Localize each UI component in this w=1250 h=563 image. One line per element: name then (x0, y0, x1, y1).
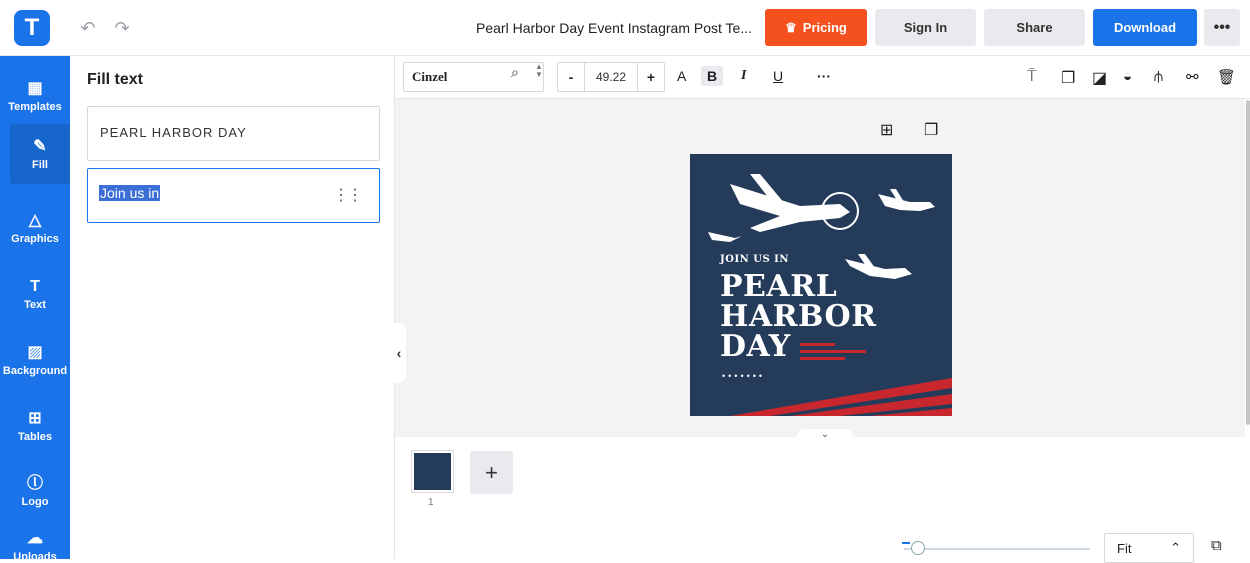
duplicate-icon[interactable]: ❐ (1061, 68, 1075, 88)
chevron-left-icon: ‹ (396, 345, 402, 361)
sidebar-item-background[interactable]: ▨ Background (0, 330, 70, 390)
add-page-icon[interactable]: ⊞ (880, 120, 893, 140)
field-value-selected: Join us in (99, 185, 161, 201)
shapes-icon: △ (28, 211, 42, 229)
font-name: Cinzel (412, 69, 448, 84)
sidebar-item-fill[interactable]: ✎ Fill (10, 124, 70, 184)
poster-join-text[interactable]: JOIN US IN (720, 254, 789, 265)
text-field-title[interactable]: PEARL HARBOR DAY (87, 106, 380, 161)
page-number: 1 (428, 497, 434, 508)
trash-icon[interactable]: 🗑 (1217, 68, 1236, 86)
pencil-icon: ✎ (33, 137, 47, 155)
sidebar-item-label: Uploads (13, 551, 57, 559)
font-size-input[interactable]: 49.22 (584, 63, 638, 91)
sidebar-item-graphics[interactable]: △ Graphics (0, 198, 70, 258)
copy-page-icon[interactable]: ❐ (924, 120, 938, 140)
sidebar-item-label: Fill (32, 158, 48, 171)
sidebar-item-label: Templates (8, 100, 62, 113)
poster-title-line: HARBOR (720, 299, 877, 334)
add-page-button[interactable]: + (470, 451, 513, 494)
align-icon[interactable]: ⫛ (1154, 68, 1163, 85)
undo-icon[interactable]: ↶ (76, 16, 100, 40)
sidebar-item-label: Graphics (11, 232, 59, 245)
paint-roller-icon[interactable]: ⍑ (1027, 68, 1037, 86)
sidebar-item-label: Tables (17, 430, 53, 443)
text-field-subtitle[interactable]: Join us in ⋮⋮ (87, 168, 380, 223)
poster-canvas[interactable]: JOIN US IN PEARL HARBOR DAY ••••••• (690, 154, 952, 416)
poster-dots: ••••••• (722, 371, 766, 381)
text-toolbar: Cinzel ⌕ ▲ ▼ - 49.22 + A B I U ··· ⍑ ❐ ◪ … (395, 56, 1250, 99)
plane-large-icon (730, 174, 859, 232)
sidebar-item-text[interactable]: T Text (0, 264, 70, 324)
scrollbar-thumb[interactable] (1246, 100, 1250, 425)
sidebar-item-label: Text (24, 298, 46, 311)
crown-icon: ♛ (785, 19, 797, 35)
download-button[interactable]: Download (1093, 9, 1197, 46)
link-icon[interactable]: ⚯ (1186, 68, 1199, 86)
drag-handle-icon[interactable]: ⋮⋮ (333, 185, 363, 205)
sidebar: ▦ Templates ✎ Fill △ Graphics T Text ▨ B… (0, 56, 70, 559)
page-thumbnail[interactable] (411, 450, 454, 493)
sidebar-item-logo[interactable]: ⓛ Logo (0, 461, 70, 521)
panel-title: Fill text (87, 71, 144, 88)
plane-small-icon (878, 189, 935, 211)
decrease-size-button[interactable]: - (558, 69, 584, 85)
fill-panel: Fill text PEARL HARBOR DAY Join us in ⋮⋮ (70, 56, 395, 559)
pricing-label: Pricing (802, 20, 847, 35)
logo-icon: ⓛ (26, 474, 43, 492)
font-spinner-icon[interactable]: ▲ ▼ (535, 63, 543, 79)
cloud-upload-icon: ☁ (27, 530, 43, 547)
increase-size-button[interactable]: + (638, 69, 664, 85)
font-family-select[interactable]: Cinzel (403, 62, 544, 92)
zoom-slider-fill (902, 542, 910, 544)
italic-button[interactable]: I (741, 68, 746, 84)
field-value: PEARL HARBOR DAY (100, 125, 247, 140)
text-icon: T (30, 277, 40, 295)
more-menu-button[interactable]: ••• (1204, 9, 1240, 46)
sidebar-item-label: Background (2, 364, 68, 377)
zoom-slider-handle[interactable] (911, 541, 925, 555)
more-text-options-icon[interactable]: ··· (817, 68, 831, 84)
share-button[interactable]: Share (984, 9, 1085, 46)
font-size-stepper[interactable]: - 49.22 + (557, 62, 665, 92)
poster-title-line: PEARL (720, 269, 838, 304)
top-bar: T ↶ ↷ Pearl Harbor Day Event Instagram P… (0, 0, 1250, 56)
poster-title[interactable]: PEARL HARBOR DAY (720, 272, 877, 362)
collapse-panel-button[interactable]: ‹ (392, 323, 406, 383)
plane-tiny-icon (708, 232, 742, 242)
text-case-icon[interactable]: A (677, 68, 686, 84)
poster-title-line: DAY (720, 329, 791, 364)
redo-icon[interactable]: ↷ (110, 16, 134, 40)
search-icon[interactable]: ⌕ (511, 64, 519, 81)
templates-icon: ▦ (27, 79, 43, 97)
chevron-up-icon: ⌃ (1170, 540, 1181, 555)
pricing-button[interactable]: ♛ Pricing (765, 9, 867, 46)
layer-order-icon[interactable]: ◪ (1092, 68, 1107, 88)
document-title[interactable]: Pearl Harbor Day Event Instagram Post Te… (440, 0, 760, 56)
bold-button[interactable]: B (701, 66, 724, 86)
page-view-icon[interactable]: ⧉ (1211, 537, 1222, 554)
sign-in-button[interactable]: Sign In (875, 9, 976, 46)
background-icon: ▨ (27, 343, 43, 361)
app-logo[interactable]: T (14, 10, 50, 46)
sidebar-item-templates[interactable]: ▦ Templates (0, 66, 70, 126)
zoom-mode-value: Fit (1117, 540, 1132, 556)
sidebar-item-uploads[interactable]: ☁ Uploads (0, 526, 70, 559)
opacity-icon[interactable]: ◒ (1123, 68, 1132, 85)
sidebar-item-tables[interactable]: ⊞ Tables (0, 396, 70, 456)
chevron-down-icon: ⌄ (820, 429, 830, 440)
zoom-slider[interactable] (904, 548, 1090, 550)
underline-button[interactable]: U (773, 68, 783, 84)
collapse-pages-button[interactable]: ⌄ (797, 429, 853, 443)
table-icon: ⊞ (28, 409, 42, 427)
sidebar-item-label: Logo (21, 495, 49, 508)
